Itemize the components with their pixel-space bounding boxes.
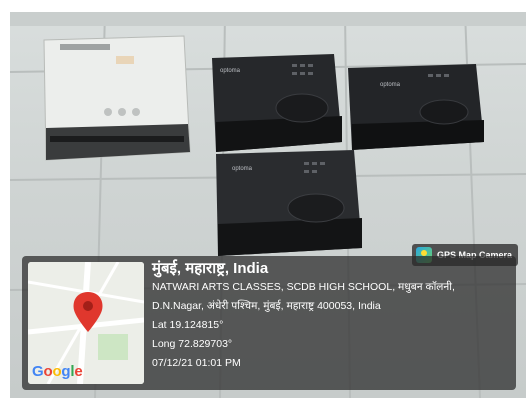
google-logo: Google: [32, 363, 83, 380]
map-thumbnail[interactable]: Google: [28, 262, 144, 384]
photo-frame: optoma optoma optoma GPS Map Camera Goog…: [0, 0, 531, 402]
longitude: Long 72.829703°: [152, 338, 233, 350]
black-projector-right: optoma: [348, 64, 484, 150]
geotag-panel: Google मुंबई, महाराष्ट्र, India NATWARI …: [22, 256, 516, 390]
address-line-2: D.N.Nagar, अंधेरी पश्चिम, मुंबई, महाराष्…: [152, 300, 381, 312]
latitude: Lat 19.124815°: [152, 319, 224, 331]
black-projector-bottom: optoma: [216, 150, 362, 256]
datetime: 07/12/21 01:01 PM: [152, 357, 241, 369]
brand-label-right: optoma: [380, 82, 401, 88]
place-name: मुंबई, महाराष्ट्र, India: [152, 260, 269, 277]
black-projector-top: optoma: [212, 54, 342, 152]
geotag-info: मुंबई, महाराष्ट्र, India NATWARI ARTS CL…: [152, 260, 510, 373]
brand-label-top: optoma: [220, 68, 241, 74]
address-line-1: NATWARI ARTS CLASSES, SCDB HIGH SCHOOL, …: [152, 281, 455, 293]
white-projector: [43, 35, 191, 161]
brand-label-bottom: optoma: [232, 166, 253, 172]
